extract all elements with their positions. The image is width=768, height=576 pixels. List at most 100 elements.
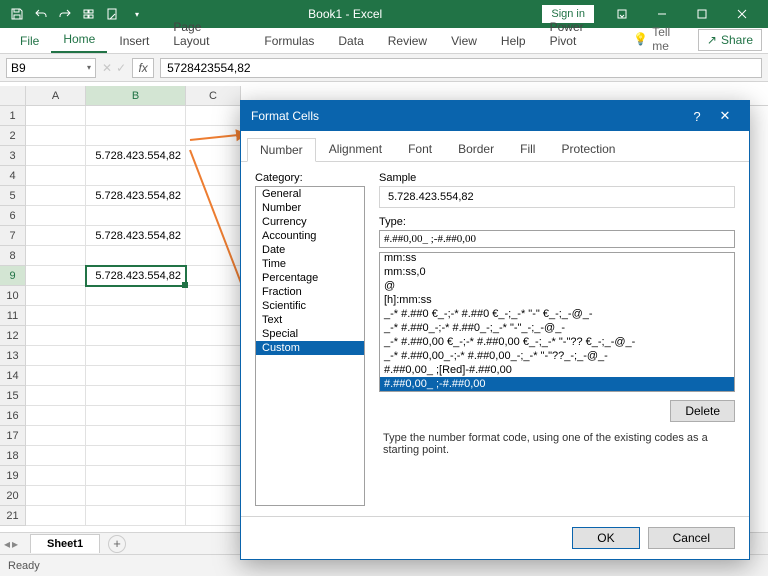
category-item[interactable]: Number [256, 201, 364, 215]
enter-formula-icon[interactable]: ✓ [116, 61, 126, 75]
category-item[interactable]: Scientific [256, 299, 364, 313]
cell[interactable] [26, 446, 86, 466]
cell[interactable] [26, 386, 86, 406]
category-item[interactable]: Accounting [256, 229, 364, 243]
select-all-corner[interactable] [0, 86, 26, 105]
row-header[interactable]: 10 [0, 286, 26, 306]
qat-btn[interactable] [102, 3, 124, 25]
cell[interactable]: 5.728.423.554,82 [86, 186, 186, 206]
cell[interactable] [26, 206, 86, 226]
cell[interactable] [86, 306, 186, 326]
tab-data[interactable]: Data [326, 29, 375, 53]
row-header[interactable]: 18 [0, 446, 26, 466]
minimize-icon[interactable] [642, 0, 682, 28]
row-header[interactable]: 5 [0, 186, 26, 206]
format-item[interactable]: mm:ss [380, 252, 734, 265]
cell[interactable] [186, 126, 241, 146]
cell[interactable] [86, 386, 186, 406]
row-header[interactable]: 15 [0, 386, 26, 406]
row-header[interactable]: 14 [0, 366, 26, 386]
dialog-tab-font[interactable]: Font [395, 137, 445, 161]
cell[interactable] [186, 146, 241, 166]
row-header[interactable]: 12 [0, 326, 26, 346]
row-header[interactable]: 4 [0, 166, 26, 186]
tab-power-pivot[interactable]: Power Pivot [538, 15, 626, 53]
add-sheet-button[interactable]: + [108, 535, 126, 553]
cell[interactable] [86, 126, 186, 146]
tab-formulas[interactable]: Formulas [252, 29, 326, 53]
row-header[interactable]: 16 [0, 406, 26, 426]
cell[interactable] [26, 106, 86, 126]
cell[interactable] [26, 226, 86, 246]
format-item[interactable]: _-* #.##0_-;-* #.##0_-;_-* "-"_-;_-@_- [380, 321, 734, 335]
sheet-tab[interactable]: Sheet1 [30, 534, 100, 553]
cell[interactable] [26, 306, 86, 326]
cell[interactable]: 5.728.423.554,82 [86, 146, 186, 166]
format-item[interactable]: _-* #.##0,00 €_-;-* #.##0,00 €_-;_-* "-"… [380, 335, 734, 349]
cell[interactable] [26, 346, 86, 366]
format-item[interactable]: mm:ss,0 [380, 265, 734, 279]
cell[interactable] [186, 346, 241, 366]
row-header[interactable]: 6 [0, 206, 26, 226]
cell[interactable] [186, 466, 241, 486]
formula-input[interactable]: 5728423554,82 [160, 58, 762, 78]
row-header[interactable]: 11 [0, 306, 26, 326]
cell[interactable] [86, 166, 186, 186]
category-item[interactable]: Date [256, 243, 364, 257]
category-item[interactable]: Special [256, 327, 364, 341]
cell[interactable] [86, 106, 186, 126]
cell[interactable] [86, 206, 186, 226]
cell[interactable] [26, 506, 86, 526]
category-item[interactable]: Fraction [256, 285, 364, 299]
maximize-icon[interactable] [682, 0, 722, 28]
format-item[interactable]: #.##0,00_ ;[Red]-#.##0,00 [380, 363, 734, 377]
close-icon[interactable] [722, 0, 762, 28]
cell[interactable] [26, 246, 86, 266]
row-header[interactable]: 9 [0, 266, 26, 286]
dialog-tab-number[interactable]: Number [247, 138, 316, 162]
type-input[interactable] [379, 230, 735, 248]
cell[interactable] [186, 426, 241, 446]
cell[interactable] [86, 286, 186, 306]
cell[interactable] [86, 446, 186, 466]
cell[interactable] [26, 126, 86, 146]
cell[interactable]: 5.728.423.554,82 [86, 266, 186, 286]
cell[interactable] [86, 366, 186, 386]
cell[interactable] [86, 346, 186, 366]
category-item[interactable]: Text [256, 313, 364, 327]
sheet-nav-left-icon[interactable]: ◂ [4, 537, 10, 551]
tab-view[interactable]: View [439, 29, 489, 53]
dialog-tab-border[interactable]: Border [445, 137, 507, 161]
fx-icon[interactable]: fx [132, 58, 154, 78]
cancel-button[interactable]: Cancel [648, 527, 735, 549]
cell[interactable] [26, 326, 86, 346]
redo-icon[interactable] [54, 3, 76, 25]
row-header[interactable]: 13 [0, 346, 26, 366]
row-header[interactable]: 3 [0, 146, 26, 166]
cell[interactable] [186, 506, 241, 526]
cell[interactable] [186, 246, 241, 266]
format-item[interactable]: #.##0,00_ ;-#.##0,00 [380, 377, 734, 391]
cell[interactable] [26, 426, 86, 446]
cell[interactable]: 5.728.423.554,82 [86, 226, 186, 246]
ok-button[interactable]: OK [572, 527, 639, 549]
format-item[interactable]: _-* #.##0 €_-;-* #.##0 €_-;_-* "-" €_-;_… [380, 307, 734, 321]
cell[interactable] [186, 326, 241, 346]
tab-file[interactable]: File [8, 29, 51, 53]
cell[interactable] [186, 306, 241, 326]
row-header[interactable]: 20 [0, 486, 26, 506]
category-item[interactable]: Custom [256, 341, 364, 355]
tab-page-layout[interactable]: Page Layout [161, 15, 252, 53]
format-item[interactable]: [h]:mm:ss [380, 293, 734, 307]
col-header-c[interactable]: C [186, 86, 241, 105]
row-header[interactable]: 17 [0, 426, 26, 446]
col-header-b[interactable]: B [86, 86, 186, 105]
cell[interactable] [86, 326, 186, 346]
category-item[interactable]: Percentage [256, 271, 364, 285]
cell[interactable] [86, 406, 186, 426]
cell[interactable] [186, 106, 241, 126]
format-list[interactable]: h:mm:ssd.m.yyyy h:mmmm:ssmm:ss,0@[h]:mm:… [379, 252, 735, 392]
close-icon[interactable]: ✕ [711, 108, 739, 124]
cell[interactable] [26, 166, 86, 186]
chevron-down-icon[interactable]: ▾ [87, 63, 91, 72]
